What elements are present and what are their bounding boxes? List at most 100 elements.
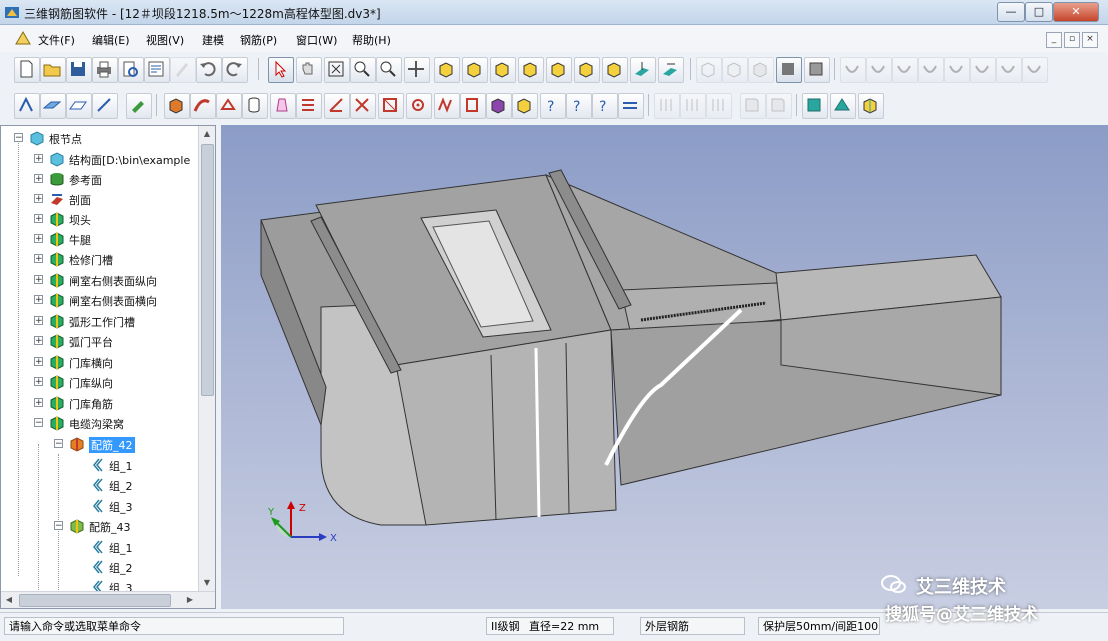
tree-node[interactable]: + 剖面 — [1, 190, 201, 208]
rebar-tool-3-button[interactable] — [892, 57, 918, 83]
zoom-extents-button[interactable] — [324, 57, 350, 83]
3d-viewport[interactable]: Z X Y 艾三维技术 — [221, 125, 1108, 609]
align-3-button[interactable] — [706, 93, 732, 119]
properties-button[interactable] — [144, 57, 170, 83]
scroll-right-icon[interactable]: ▶ — [183, 593, 197, 607]
mdi-close-button[interactable]: × — [1082, 32, 1098, 48]
tree-horizontal-scrollbar[interactable]: ◀ ▶ — [1, 591, 215, 608]
section-plane-button[interactable] — [630, 57, 656, 83]
undo-button[interactable] — [196, 57, 222, 83]
tree-node[interactable]: − 配筋_43 — [1, 517, 201, 535]
model-canvas[interactable] — [221, 125, 1108, 609]
rebar-tool-1-button[interactable] — [840, 57, 866, 83]
rebar-tool-2-button[interactable] — [866, 57, 892, 83]
rebar-3d-button[interactable] — [512, 93, 538, 119]
open-file-button[interactable] — [40, 57, 66, 83]
expand-icon[interactable]: + — [34, 214, 43, 224]
shaded-edges-button[interactable] — [804, 57, 830, 83]
align-2-button[interactable] — [680, 93, 706, 119]
tree-node[interactable]: 组_3 — [1, 497, 201, 515]
surface-tool-button[interactable] — [66, 93, 92, 119]
scroll-thumb[interactable] — [19, 594, 171, 607]
mdi-restore-button[interactable]: ▫ — [1064, 32, 1080, 48]
expand-icon[interactable]: + — [34, 194, 43, 204]
tree-node[interactable]: + 牛腿 — [1, 230, 201, 248]
wireframe-button[interactable] — [696, 57, 722, 83]
help-tool-2-button[interactable]: ? — [566, 93, 592, 119]
align-1-button[interactable] — [654, 93, 680, 119]
sweep-tool-button[interactable] — [190, 93, 216, 119]
collapse-icon[interactable]: − — [54, 521, 63, 531]
view-right-button[interactable] — [518, 57, 544, 83]
save-button[interactable] — [66, 57, 92, 83]
zoom-in-button[interactable] — [350, 57, 376, 83]
extrude-tool-button[interactable] — [270, 93, 296, 119]
rebar-distribution-button[interactable] — [296, 93, 322, 119]
rebar-point-button[interactable] — [406, 93, 432, 119]
print-preview-button[interactable] — [118, 57, 144, 83]
menu-file[interactable]: 文件(F) — [38, 32, 75, 48]
tree-node[interactable]: + 结构面[D:\bin\example — [1, 150, 201, 168]
line-tool-button[interactable] — [92, 93, 118, 119]
rebar-angle-button[interactable] — [324, 93, 350, 119]
view-iso-button[interactable] — [602, 57, 628, 83]
tree-node[interactable]: + 门库横向 — [1, 353, 201, 371]
rebar-stirrup-button[interactable] — [434, 93, 460, 119]
select-button[interactable] — [268, 57, 294, 83]
view-bottom-button[interactable] — [574, 57, 600, 83]
expand-icon[interactable]: + — [34, 154, 43, 164]
view-back-button[interactable] — [462, 57, 488, 83]
collapse-icon[interactable]: − — [14, 133, 23, 143]
dimension-tool-button[interactable] — [618, 93, 644, 119]
rebar-tool-7-button[interactable] — [996, 57, 1022, 83]
tree-vertical-scrollbar[interactable]: ▲ ▼ — [198, 126, 215, 592]
maximize-button[interactable]: □ — [1025, 2, 1053, 22]
outline-button[interactable] — [748, 57, 774, 83]
help-tool-3-button[interactable]: ? — [592, 93, 618, 119]
tree-node[interactable]: − 电缆沟梁窝 — [1, 414, 201, 432]
render-tool-button[interactable] — [858, 93, 884, 119]
print-button[interactable] — [92, 57, 118, 83]
tree-node-root[interactable]: − 根节点 — [1, 129, 201, 147]
rebar-mesh-button[interactable] — [486, 93, 512, 119]
expand-icon[interactable]: + — [34, 275, 43, 285]
new-file-button[interactable] — [14, 57, 40, 83]
sun-tool-button[interactable] — [830, 93, 856, 119]
plane-tool-button[interactable] — [40, 93, 66, 119]
tree-node-selected[interactable]: − 配筋_42 — [1, 435, 201, 453]
scroll-left-icon[interactable]: ◀ — [2, 593, 16, 607]
cylinder-tool-button[interactable] — [242, 93, 268, 119]
view-left-button[interactable] — [490, 57, 516, 83]
menu-rebar[interactable]: 钢筋(P) — [240, 32, 277, 48]
expand-icon[interactable]: + — [34, 295, 43, 305]
export-1-button[interactable] — [740, 93, 766, 119]
view-top-button[interactable] — [546, 57, 572, 83]
scroll-up-icon[interactable]: ▲ — [200, 127, 214, 141]
expand-icon[interactable]: + — [34, 174, 43, 184]
expand-icon[interactable]: + — [34, 357, 43, 367]
collapse-icon[interactable]: − — [34, 418, 43, 428]
export-2-button[interactable] — [766, 93, 792, 119]
paint-tool-button[interactable] — [126, 93, 152, 119]
mdi-minimize-button[interactable]: _ — [1046, 32, 1062, 48]
rebar-box-button[interactable] — [378, 93, 404, 119]
tree-node[interactable]: + 坝头 — [1, 210, 201, 228]
rebar-cross-button[interactable] — [350, 93, 376, 119]
view-front-button[interactable] — [434, 57, 460, 83]
solid-tool-button[interactable] — [164, 93, 190, 119]
expand-icon[interactable]: + — [34, 398, 43, 408]
zoom-out-button[interactable] — [376, 57, 402, 83]
tree-node[interactable]: 组_1 — [1, 456, 201, 474]
menu-modeling[interactable]: 建模 — [202, 32, 224, 48]
close-button[interactable]: ✕ — [1053, 2, 1099, 22]
expand-icon[interactable]: + — [34, 377, 43, 387]
tree-node[interactable]: 组_2 — [1, 558, 201, 576]
minimize-button[interactable]: — — [997, 2, 1025, 22]
layer-tool-button[interactable] — [802, 93, 828, 119]
tree-node[interactable]: + 弧门平台 — [1, 332, 201, 350]
tree-node[interactable]: + 参考面 — [1, 170, 201, 188]
tree-node[interactable]: 组_1 — [1, 538, 201, 556]
rebar-tool-6-button[interactable] — [970, 57, 996, 83]
pan-view-button[interactable] — [296, 57, 322, 83]
hidden-line-button[interactable] — [722, 57, 748, 83]
